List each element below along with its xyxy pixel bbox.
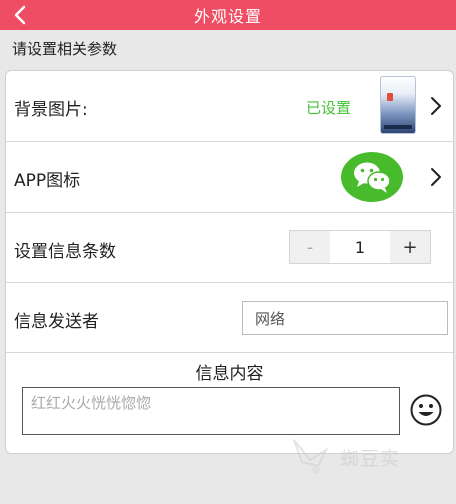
message-count-value[interactable]: 1 <box>330 231 390 263</box>
thumbnail-app-dot <box>387 93 393 101</box>
watermark: 蜘豆实 <box>288 432 428 478</box>
background-image-label: 背景图片: <box>14 100 88 120</box>
chat-bubbles-icon <box>354 162 391 193</box>
sender-label: 信息发送者 <box>14 312 99 332</box>
background-image-row[interactable]: 背景图片: 已设置 <box>6 71 453 142</box>
content-textarea[interactable]: 红红火火恍恍惚惚 <box>22 387 400 435</box>
sender-input[interactable]: 网络 <box>242 301 448 335</box>
app-icon-label: APP图标 <box>14 171 81 191</box>
emoji-icon[interactable] <box>409 393 443 427</box>
app-icon-row[interactable]: APP图标 <box>6 142 453 213</box>
bird-logo-icon <box>293 439 329 474</box>
chevron-right-icon <box>431 168 441 186</box>
message-count-row: 设置信息条数 - 1 + <box>6 213 453 283</box>
message-count-label: 设置信息条数 <box>14 242 116 262</box>
wechat-icon <box>341 152 403 202</box>
background-thumbnail <box>380 76 416 134</box>
section-label: 请设置相关参数 <box>12 39 118 58</box>
message-count-stepper: - 1 + <box>289 230 431 264</box>
settings-card: 背景图片: 已设置 APP图标 设置信息条数 - 1 + 信息发送者 网络 信息… <box>5 70 454 454</box>
chevron-right-icon <box>431 97 441 115</box>
background-status: 已设置 <box>306 99 352 117</box>
back-button[interactable] <box>8 3 32 27</box>
decrement-button[interactable]: - <box>290 231 330 263</box>
page-title: 外观设置 <box>193 7 262 26</box>
sender-row: 信息发送者 网络 <box>6 283 453 353</box>
thumbnail-dock-bar <box>384 125 412 129</box>
increment-button[interactable]: + <box>390 231 430 263</box>
content-label: 信息内容 <box>195 364 264 384</box>
chevron-left-icon <box>14 5 26 25</box>
top-bar: 外观设置 <box>0 0 456 30</box>
watermark-text: 蜘豆实 <box>340 448 401 470</box>
